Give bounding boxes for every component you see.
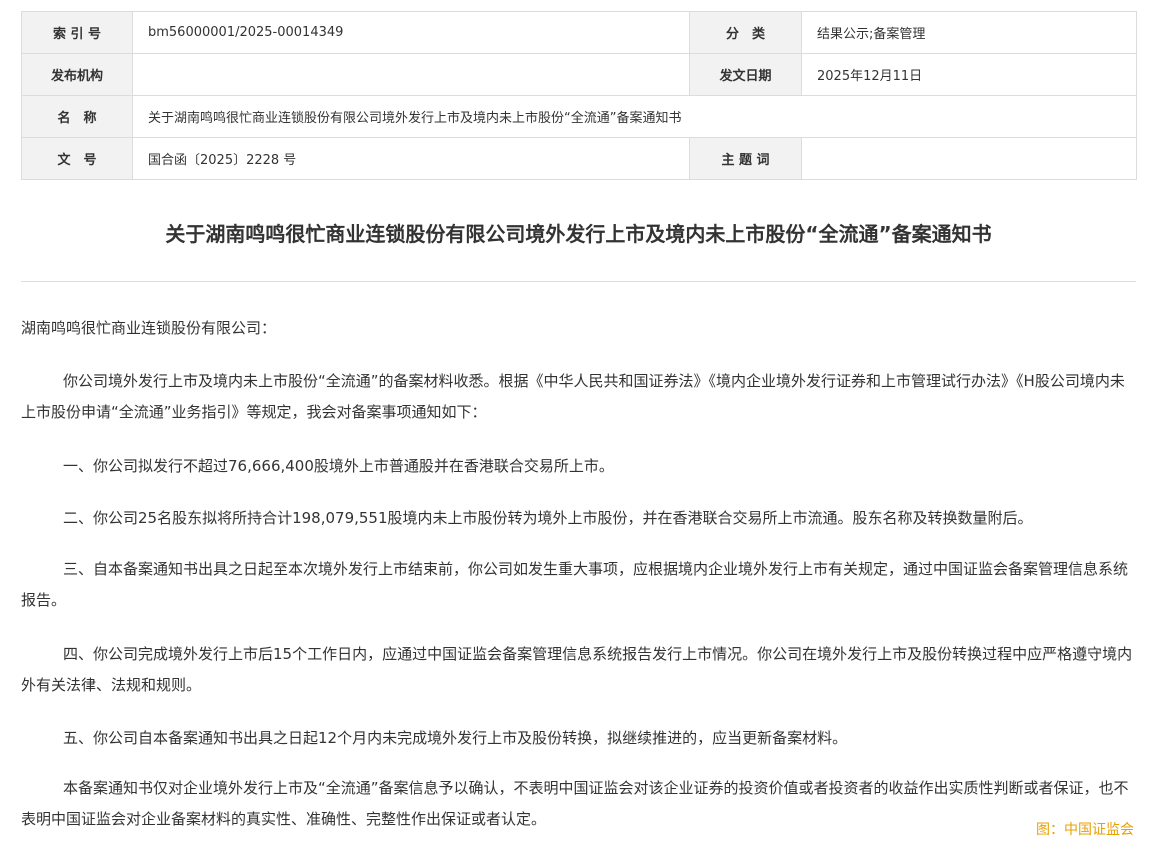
paragraph-item-3: 三、自本备案通知书出具之日起至本次境外发行上市结束前，你公司如发生重大事项，应根… [21, 560, 1129, 609]
category-value: 结果公示;备案管理 [801, 11, 1137, 54]
paragraph-item-2: 二、你公司25名股东拟将所持合计198,079,551股境内未上市股份转为境外上… [63, 509, 1033, 527]
document-title: 关于湖南鸣鸣很忙商业连锁股份有限公司境外发行上市及境内未上市股份“全流通”备案通… [165, 222, 992, 246]
name-label: 名 称 [21, 95, 133, 138]
publisher-value [132, 53, 690, 96]
meta-row-name: 名 称 关于湖南鸣鸣很忙商业连锁股份有限公司境外发行上市及境内未上市股份“全流通… [21, 95, 1137, 138]
paragraph-item-1: 一、你公司拟发行不超过76,666,400股境外上市普通股并在香港联合交易所上市… [63, 457, 614, 475]
metadata-table: 索 引 号 bm56000001/2025-00014349 分 类 结果公示;… [21, 11, 1137, 180]
paragraph-item-5: 五、你公司自本备案通知书出具之日起12个月内未完成境外发行上市及股份转换，拟继续… [63, 729, 848, 747]
publisher-label: 发布机构 [21, 53, 133, 96]
paragraph-intro: 你公司境外发行上市及境内未上市股份“全流通”的备案材料收悉。根据《中华人民共和国… [21, 372, 1125, 421]
meta-row-index: 索 引 号 bm56000001/2025-00014349 分 类 结果公示;… [21, 11, 1137, 54]
paragraph-item-4: 四、你公司完成境外发行上市后15个工作日内，应通过中国证监会备案管理信息系统报告… [21, 645, 1133, 694]
title-divider [21, 281, 1136, 282]
image-caption: 图：中国证监会 [1036, 822, 1134, 838]
subject-words-label: 主 题 词 [689, 137, 802, 180]
paragraph-disclaimer: 本备案通知书仅对企业境外发行上市及“全流通”备案信息予以确认，不表明中国证监会对… [21, 779, 1129, 828]
issue-date-value: 2025年12月11日 [801, 53, 1137, 96]
meta-row-publisher: 发布机构 发文日期 2025年12月11日 [21, 53, 1137, 96]
issue-date-label: 发文日期 [689, 53, 802, 96]
doc-number-label: 文 号 [21, 137, 133, 180]
name-value: 关于湖南鸣鸣很忙商业连锁股份有限公司境外发行上市及境内未上市股份“全流通”备案通… [132, 95, 1137, 138]
index-number-label: 索 引 号 [21, 11, 133, 54]
category-label: 分 类 [689, 11, 802, 54]
subject-words-value [801, 137, 1137, 180]
doc-number-value: 国合函〔2025〕2228 号 [132, 137, 690, 180]
meta-row-doc-number: 文 号 国合函〔2025〕2228 号 主 题 词 [21, 137, 1137, 180]
salutation: 湖南鸣鸣很忙商业连锁股份有限公司： [21, 319, 277, 337]
index-number-value: bm56000001/2025-00014349 [132, 11, 690, 54]
